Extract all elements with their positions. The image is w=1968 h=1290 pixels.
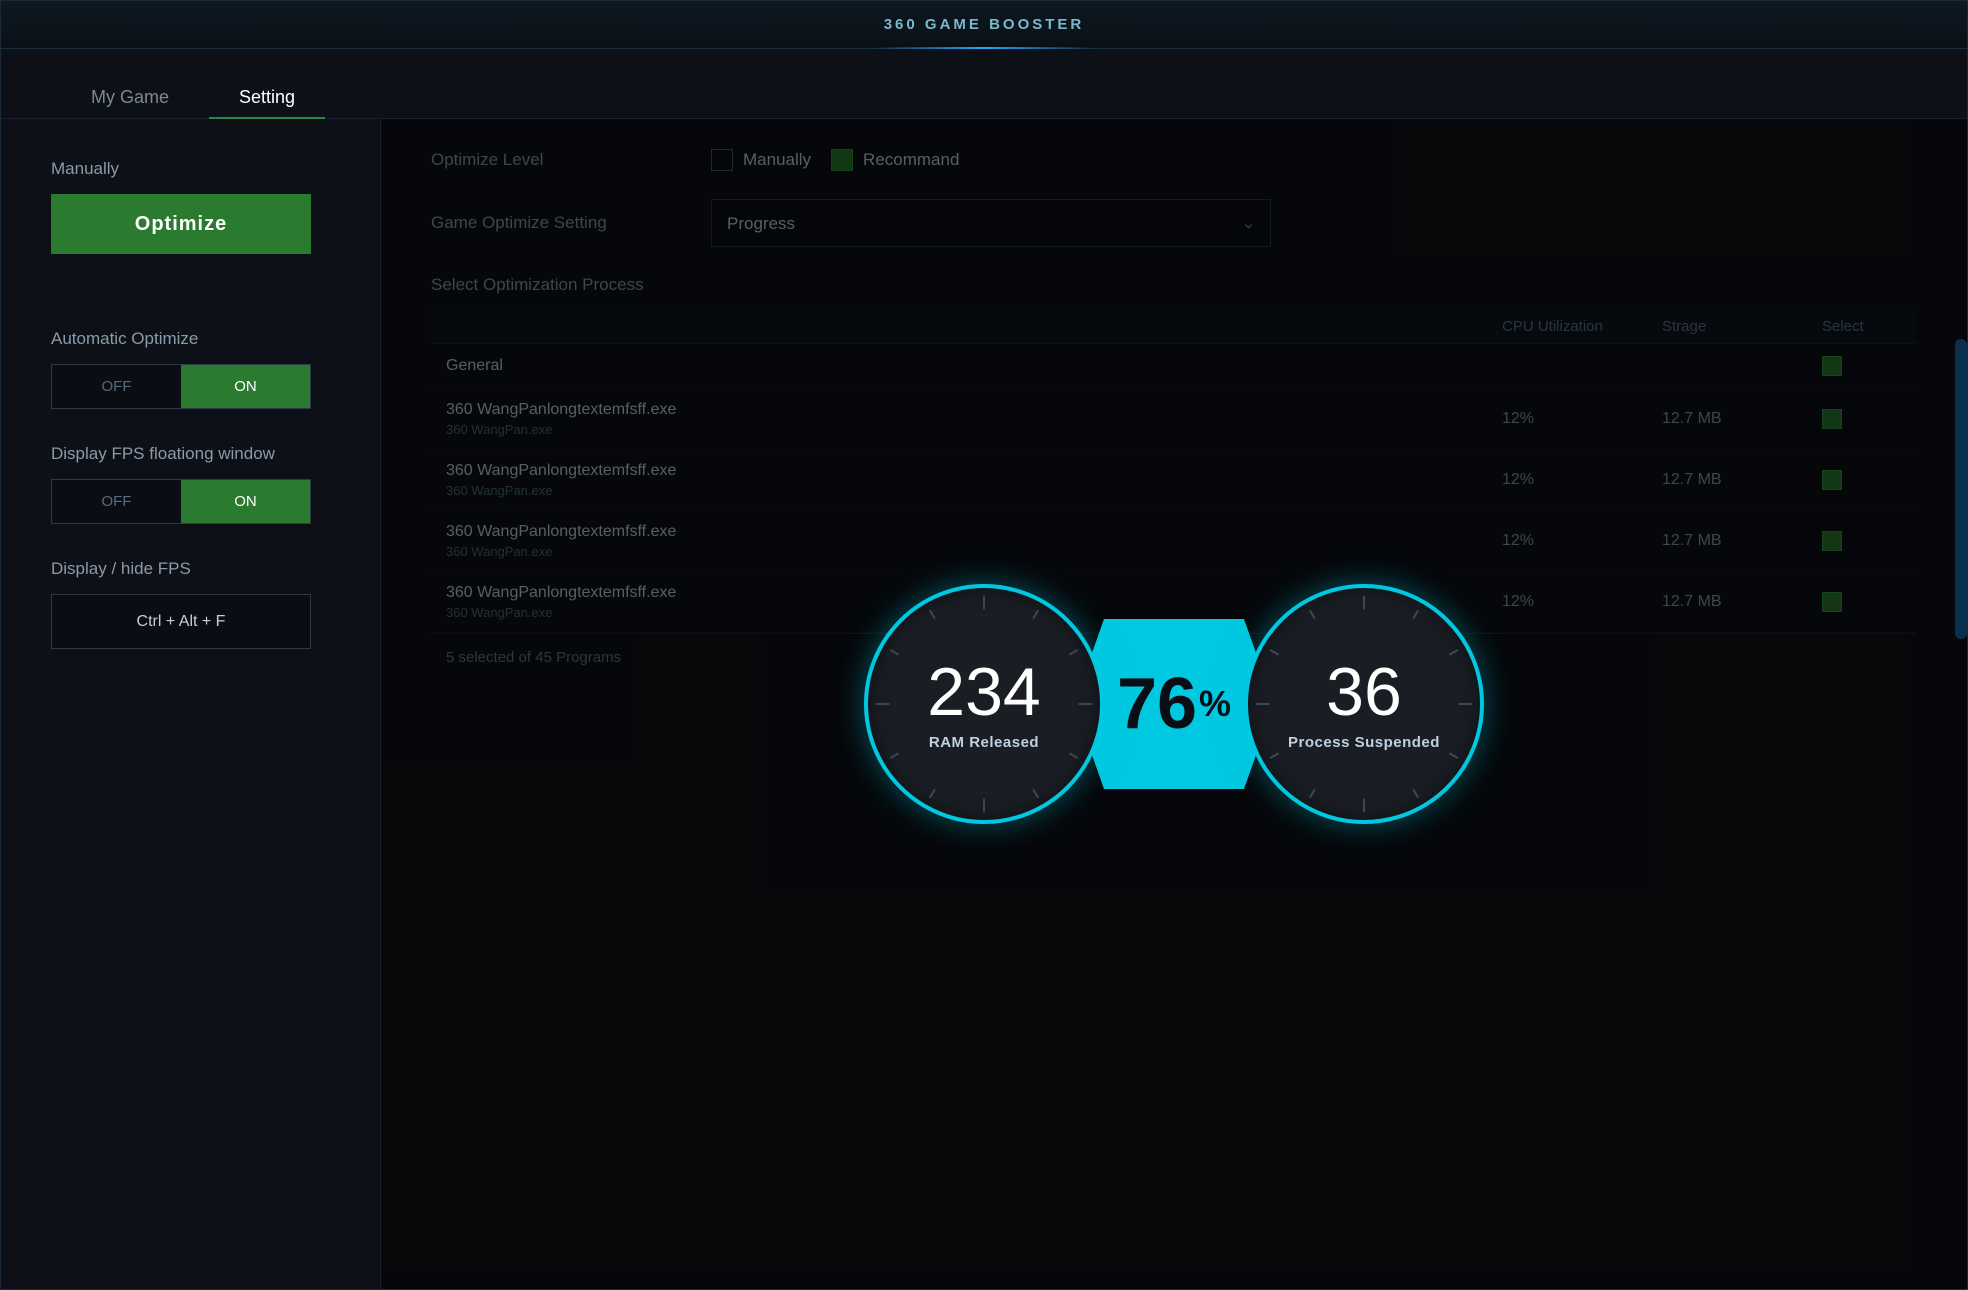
- optimize-button[interactable]: Optimize: [51, 194, 311, 254]
- fps-window-toggle: OFF ON: [51, 479, 311, 524]
- title-bar: 360 GAME BOOSTER: [1, 1, 1967, 49]
- auto-optimize-section: Automatic Optimize OFF ON: [51, 329, 330, 409]
- app-window: 360 GAME BOOSTER My Game Setting Manuall…: [0, 0, 1968, 1290]
- auto-optimize-toggle: OFF ON: [51, 364, 311, 409]
- auto-optimize-on[interactable]: ON: [181, 365, 310, 408]
- boost-overlay: 234 RAM Released 76%: [381, 119, 1967, 1289]
- cpu-gauge: 36 Process Suspended: [1244, 584, 1484, 824]
- ram-gauge: 234 RAM Released: [864, 584, 1104, 824]
- fps-window-off[interactable]: OFF: [52, 480, 181, 523]
- main-content: Manually Optimize Automatic Optimize OFF…: [1, 119, 1967, 1289]
- tab-setting[interactable]: Setting: [209, 77, 325, 118]
- percent-sign: %: [1199, 683, 1231, 725]
- app-title: 360 GAME BOOSTER: [884, 16, 1085, 33]
- title-decoration: [874, 47, 1094, 49]
- shortcut-box: Ctrl + Alt + F: [51, 594, 311, 649]
- manually-label: Manually: [51, 159, 330, 179]
- percent-value: 76: [1117, 663, 1197, 745]
- tab-my-game[interactable]: My Game: [61, 77, 199, 118]
- boost-result: 234 RAM Released 76%: [864, 584, 1484, 824]
- left-panel: Manually Optimize Automatic Optimize OFF…: [1, 119, 381, 1289]
- auto-optimize-label: Automatic Optimize: [51, 329, 330, 349]
- nav-tabs: My Game Setting: [1, 49, 1967, 119]
- fps-hide-section: Display / hide FPS Ctrl + Alt + F: [51, 559, 330, 649]
- right-panel: Optimize Level Manually Recommand Game O…: [381, 119, 1967, 1289]
- fps-window-label: Display FPS floationg window: [51, 444, 330, 464]
- fps-window-on[interactable]: ON: [181, 480, 310, 523]
- auto-optimize-off[interactable]: OFF: [52, 365, 181, 408]
- manually-section: Manually Optimize: [51, 159, 330, 294]
- fps-hide-label: Display / hide FPS: [51, 559, 330, 579]
- fps-window-section: Display FPS floationg window OFF ON: [51, 444, 330, 524]
